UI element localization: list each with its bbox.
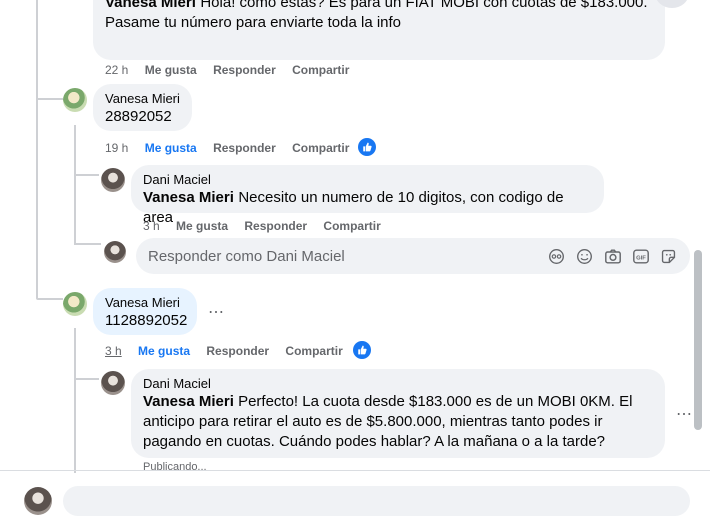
comment-actions: 19 h Me gusta Responder Compartir [105, 141, 362, 155]
reply-button[interactable]: Responder [213, 141, 276, 155]
thread-line [74, 125, 76, 245]
like-button[interactable]: Me gusta [145, 63, 197, 77]
reply-button[interactable]: Responder [206, 344, 269, 358]
avatar[interactable] [101, 371, 125, 395]
comment-author[interactable]: Vanesa Mieri [105, 0, 196, 11]
like-button[interactable]: Me gusta [176, 219, 228, 233]
thread-line [74, 174, 99, 176]
mention-link[interactable]: Vanesa Mieri [143, 189, 234, 206]
comment-time[interactable]: 19 h [105, 141, 128, 155]
thread-line [36, 298, 63, 300]
comment-author[interactable]: Dani Maciel [143, 171, 592, 188]
comment-author[interactable]: Vanesa Mieri [105, 294, 185, 311]
comment-bubble: Dani Maciel Vanesa Mieri Perfecto! La cu… [131, 369, 665, 458]
comment-bubble: Dani Maciel Vanesa Mieri Necesito un num… [131, 165, 604, 226]
comment-actions: 22 h Me gusta Responder Compartir [105, 63, 362, 77]
comment-bubble: Vanesa Mieri Hola! como estas? Es para u… [93, 0, 665, 60]
more-dots-icon[interactable]: ⋯ [676, 404, 693, 424]
reply-tools: GIF [547, 247, 678, 266]
thread-line [74, 243, 101, 245]
comment-bubble: Vanesa Mieri 28892052 [93, 84, 192, 131]
publishing-status: Publicando... [143, 461, 207, 473]
comment-author[interactable]: Dani Maciel [143, 375, 653, 392]
thread-line [36, 98, 63, 100]
mention-link[interactable]: Vanesa Mieri [143, 393, 234, 410]
svg-text:GIF: GIF [636, 255, 646, 261]
like-icon [353, 341, 371, 359]
share-button[interactable]: Compartir [292, 63, 349, 77]
reply-button[interactable]: Responder [244, 219, 307, 233]
divider [0, 470, 710, 471]
avatar[interactable] [101, 168, 125, 192]
share-button[interactable]: Compartir [292, 141, 349, 155]
more-dots-icon[interactable]: ⋯ [208, 302, 225, 322]
comment-actions: 3 h Me gusta Responder Compartir [143, 219, 394, 233]
reply-placeholder: Responder como Dani Maciel [148, 247, 345, 265]
comment-time[interactable]: 3 h [105, 344, 122, 358]
like-button[interactable]: Me gusta [138, 344, 190, 358]
like-button[interactable]: Me gusta [145, 141, 197, 155]
emoji-icon[interactable] [575, 247, 594, 266]
reply-input[interactable]: Responder como Dani Maciel GIF [136, 238, 690, 274]
avatar[interactable] [63, 88, 87, 112]
comment-author[interactable]: Vanesa Mieri [105, 90, 180, 107]
camera-icon[interactable] [603, 247, 622, 266]
comment-text: 1128892052 [105, 312, 188, 329]
thread-line [36, 0, 38, 298]
avatar [24, 487, 52, 515]
avatar[interactable] [63, 292, 87, 316]
scrollbar[interactable] [694, 250, 702, 430]
avatar-sticker-icon[interactable] [547, 247, 566, 266]
avatar[interactable] [104, 241, 126, 263]
like-icon [358, 138, 376, 156]
comment-bubble: Vanesa Mieri 1128892052 [93, 288, 197, 335]
gif-icon[interactable]: GIF [631, 247, 650, 266]
comment-time[interactable]: 3 h [143, 219, 160, 233]
sticker-icon[interactable] [659, 247, 678, 266]
share-button[interactable]: Compartir [285, 344, 342, 358]
comment-time[interactable]: 22 h [105, 63, 128, 77]
comment-input[interactable] [63, 486, 690, 516]
share-button[interactable]: Compartir [323, 219, 380, 233]
thread-line [74, 328, 76, 473]
thread-line [74, 378, 99, 380]
comment-text: 28892052 [105, 108, 172, 125]
reply-button[interactable]: Responder [213, 63, 276, 77]
comment-actions: 3 h Me gusta Responder Compartir [105, 344, 356, 358]
